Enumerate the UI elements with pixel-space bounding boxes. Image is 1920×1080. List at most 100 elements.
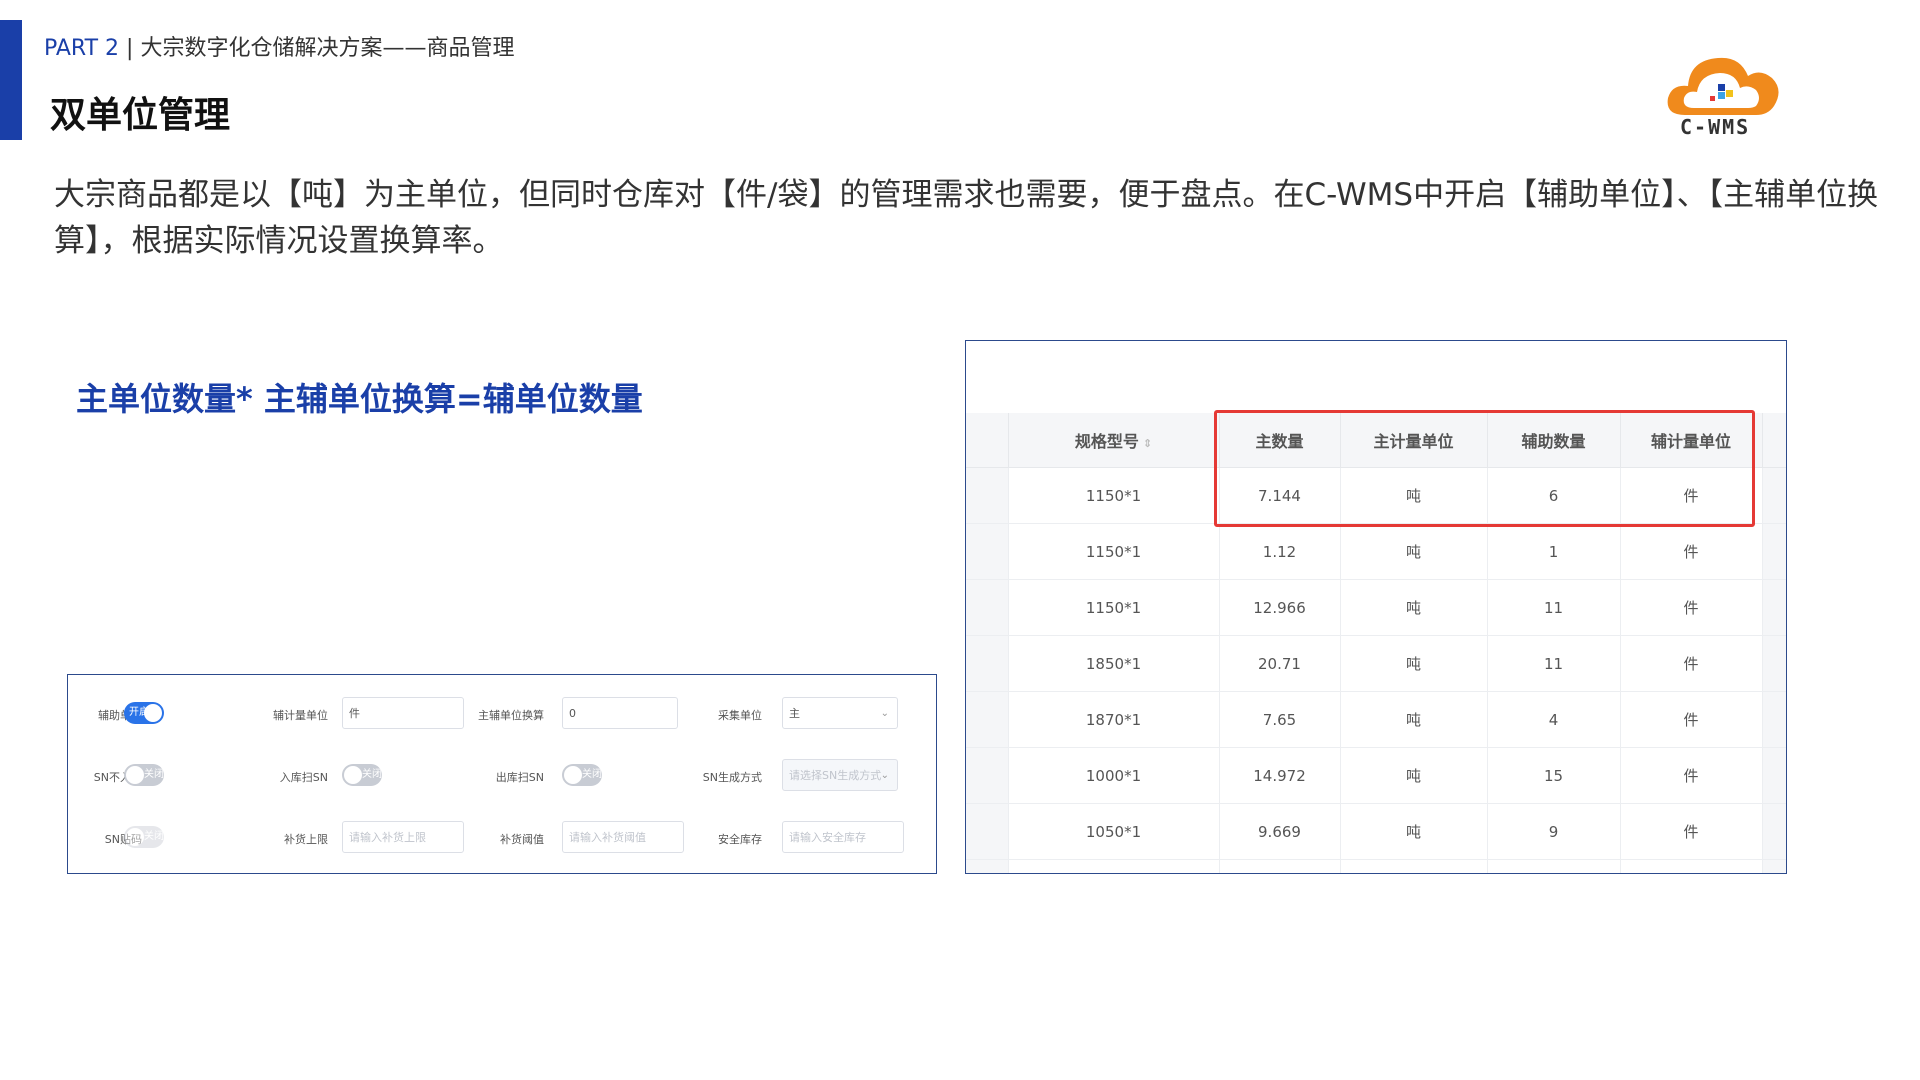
table-gutter <box>1762 803 1786 860</box>
cell-main-unit: 吨 <box>1340 691 1488 748</box>
cell-spec: 1000*1 <box>1008 747 1220 804</box>
cell-main-qty: 1.177 <box>1219 859 1341 873</box>
safety-stock-label: 安全库存 <box>718 833 762 846</box>
cell-aux-qty: 11 <box>1487 635 1621 692</box>
cell-spec: 1850*1 <box>1008 635 1220 692</box>
table-gutter <box>1762 859 1786 873</box>
out-scan-sn-label: 出库扫SN <box>495 771 544 784</box>
unit-table-panel: 规格型号 ⇕ 主数量 主计量单位 辅助数量 辅计量单位 1150*1 7.144 吨 6… <box>965 340 1787 874</box>
aux-measure-input[interactable]: 件 <box>342 697 464 729</box>
table-gutter <box>1762 579 1786 636</box>
page-title: 双单位管理 <box>50 95 231 136</box>
collect-unit-label: 采集单位 <box>718 709 762 722</box>
cell-main-unit: 吨 <box>1340 523 1488 580</box>
sort-icon[interactable]: ⇕ <box>1143 437 1152 450</box>
table-row[interactable]: 1050*1 9.669 吨 9 件 <box>966 803 1786 860</box>
table-gutter <box>1762 467 1786 524</box>
cell-main-qty: 9.669 <box>1219 803 1341 860</box>
in-scan-sn-label: 入库扫SN <box>279 771 328 784</box>
aux-measure-label: 辅计量单位 <box>273 709 328 722</box>
chevron-down-icon: ⌄ <box>880 708 889 719</box>
replenish-threshold-input[interactable]: 请输入补货阈值 <box>562 821 684 853</box>
cell-spec: 1150*1 <box>1008 859 1220 873</box>
table-gutter <box>966 747 1009 804</box>
table-gutter <box>1762 691 1786 748</box>
cell-main-qty: 7.65 <box>1219 691 1341 748</box>
cell-spec: 1050*1 <box>1008 803 1220 860</box>
cell-spec: 1150*1 <box>1008 467 1220 524</box>
cell-aux-qty: 1 <box>1487 859 1621 873</box>
formula-text: 主单位数量* 主辅单位换算=辅单位数量 <box>76 380 643 418</box>
cell-main-unit: 吨 <box>1340 579 1488 636</box>
cell-aux-qty: 15 <box>1487 747 1621 804</box>
out-scan-sn-toggle[interactable]: 关闭 <box>562 764 602 786</box>
chevron-down-icon: ⌄ <box>880 770 889 781</box>
replenish-threshold-label: 补货阈值 <box>500 833 544 846</box>
cell-spec: 1150*1 <box>1008 523 1220 580</box>
table-row[interactable]: 1000*1 14.972 吨 15 件 <box>966 747 1786 804</box>
table-gutter <box>966 523 1009 580</box>
cell-spec: 1870*1 <box>1008 691 1220 748</box>
aux-unit-toggle[interactable]: 开启 <box>124 702 164 724</box>
table-gutter <box>966 859 1009 873</box>
cell-main-qty: 14.972 <box>1219 747 1341 804</box>
cell-main-unit: 吨 <box>1340 859 1488 873</box>
product-settings-form: 辅助单位 开启 辅计量单位 件 主辅单位换算 0 采集单位 主 ⌄ SN不入储 … <box>67 674 937 874</box>
cell-aux-unit: 件 <box>1620 579 1763 636</box>
conversion-input[interactable]: 0 <box>562 697 678 729</box>
table-row[interactable]: 1150*1 1.12 吨 1 件 <box>966 523 1786 580</box>
table-gutter <box>966 635 1009 692</box>
collect-unit-select[interactable]: 主 ⌄ <box>782 697 898 729</box>
header-subtitle: 大宗数字化仓储解决方案——商品管理 <box>140 36 515 61</box>
replenish-max-label: 补货上限 <box>284 833 328 846</box>
cell-main-unit: 吨 <box>1340 803 1488 860</box>
table-row[interactable]: 1150*11.177吨1件 <box>966 859 1786 873</box>
conversion-label: 主辅单位换算 <box>478 709 544 722</box>
table-gutter <box>1762 523 1786 580</box>
cell-spec: 1150*1 <box>1008 579 1220 636</box>
cell-aux-unit: 件 <box>1620 803 1763 860</box>
safety-stock-input[interactable]: 请输入安全库存 <box>782 821 904 853</box>
cell-main-unit: 吨 <box>1340 747 1488 804</box>
cell-aux-qty: 11 <box>1487 579 1621 636</box>
table-gutter <box>966 579 1009 636</box>
cell-main-qty: 1.12 <box>1219 523 1341 580</box>
sn-gen-placeholder: 请选择SN生成方式 <box>789 769 882 782</box>
cell-main-unit: 吨 <box>1340 635 1488 692</box>
cell-aux-unit: 件 <box>1620 747 1763 804</box>
replenish-max-input[interactable]: 请输入补货上限 <box>342 821 464 853</box>
section-header: PART 2 | 大宗数字化仓储解决方案——商品管理 <box>44 30 514 62</box>
table-gutter <box>1762 413 1786 468</box>
cell-aux-unit: 件 <box>1620 635 1763 692</box>
cell-aux-unit: 件 <box>1620 859 1763 873</box>
description-text: 大宗商品都是以【吨】为主单位，但同时仓库对【件/袋】的管理需求也需要，便于盘点。… <box>54 177 1879 259</box>
table-gutter <box>1762 747 1786 804</box>
cell-aux-qty: 1 <box>1487 523 1621 580</box>
table-gutter <box>966 691 1009 748</box>
in-scan-sn-toggle[interactable]: 关闭 <box>342 764 382 786</box>
cell-aux-unit: 件 <box>1620 691 1763 748</box>
table-row[interactable]: 1850*1 20.71 吨 11 件 <box>966 635 1786 692</box>
table-gutter <box>966 467 1009 524</box>
cell-main-qty: 20.71 <box>1219 635 1341 692</box>
highlight-box <box>1214 410 1755 527</box>
table-row[interactable]: 1870*1 7.65 吨 4 件 <box>966 691 1786 748</box>
part-label: PART 2 <box>44 36 120 61</box>
table-gutter <box>1762 635 1786 692</box>
logo-text: C-WMS <box>1680 115 1751 139</box>
sn-gen-select[interactable]: 请选择SN生成方式 ⌄ <box>782 759 898 791</box>
sn-paste-toggle[interactable]: 关闭 <box>124 826 164 848</box>
column-header-spec[interactable]: 规格型号 ⇕ <box>1008 413 1220 468</box>
table-gutter <box>966 413 1009 468</box>
accent-bar <box>0 20 22 140</box>
cell-main-qty: 12.966 <box>1219 579 1341 636</box>
cell-aux-qty: 4 <box>1487 691 1621 748</box>
table-gutter <box>966 803 1009 860</box>
table-row[interactable]: 1150*1 12.966 吨 11 件 <box>966 579 1786 636</box>
cell-aux-unit: 件 <box>1620 523 1763 580</box>
header-separator: | <box>126 36 134 61</box>
collect-unit-value: 主 <box>789 707 800 720</box>
sn-no-stock-toggle[interactable]: 关闭 <box>124 764 164 786</box>
cell-aux-qty: 9 <box>1487 803 1621 860</box>
sn-gen-label: SN生成方式 <box>702 771 762 784</box>
